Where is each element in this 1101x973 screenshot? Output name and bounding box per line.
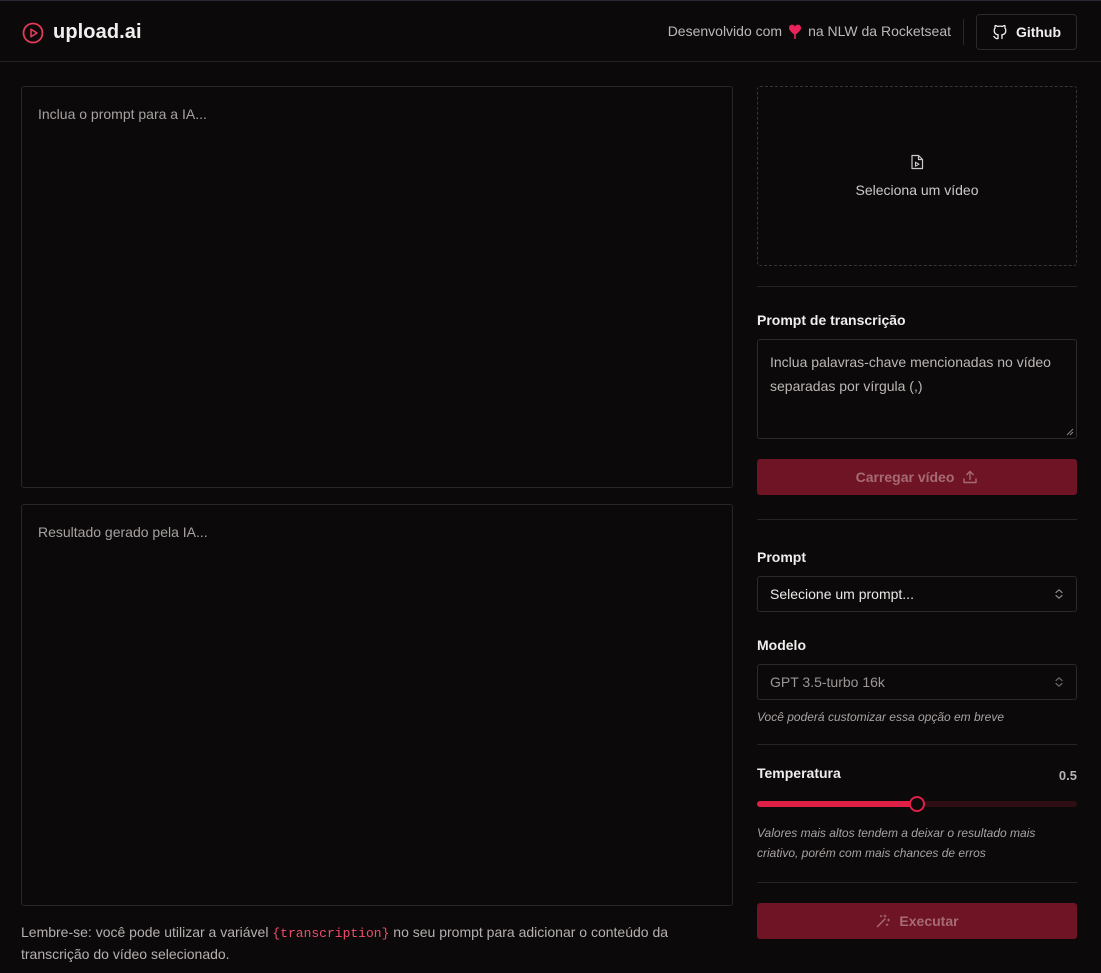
temperature-slider[interactable] [757, 796, 1077, 812]
credit-prefix: Desenvolvido com [667, 23, 783, 39]
model-select-value: GPT 3.5-turbo 16k [770, 674, 885, 690]
divider [757, 882, 1077, 883]
credit-suffix: na NLW da Rocketseat [808, 23, 951, 39]
logo: upload.ai [22, 21, 142, 44]
prompt-label: Prompt [757, 549, 806, 565]
header-divider [963, 19, 964, 45]
model-note: Você poderá customizar essa opção em bre… [757, 710, 1005, 724]
result-textarea[interactable]: Resultado gerado pela IA... [21, 504, 733, 906]
execute-button[interactable]: Executar [757, 903, 1077, 939]
upload-icon [963, 470, 978, 484]
file-video-icon [911, 154, 924, 170]
github-label: Github [1015, 24, 1062, 40]
temperature-label: Temperatura [757, 765, 841, 781]
result-placeholder: Resultado gerado pela IA... [38, 524, 208, 540]
upload-button-label: Carregar vídeo [855, 469, 955, 485]
resize-handle-icon[interactable] [1066, 428, 1074, 436]
hint-before: Lembre-se: você pode utilizar a variável [21, 924, 269, 940]
slider-range [757, 801, 917, 807]
prompt-select[interactable]: Selecione um prompt... [757, 576, 1077, 612]
transcription-prompt-input[interactable]: Inclua palavras-chave mencionadas no víd… [757, 339, 1077, 439]
github-button[interactable]: Github [976, 14, 1077, 50]
transcription-label: Prompt de transcrição [757, 312, 906, 328]
divider [757, 286, 1077, 287]
app-header: upload.ai Desenvolvido com na NLW da Roc… [0, 0, 1101, 62]
temperature-value: 0.5 [1058, 768, 1077, 783]
video-dropzone[interactable]: Seleciona um vídeo [757, 86, 1077, 266]
transcription-variable: {transcription} [272, 926, 390, 941]
play-circle-icon [22, 22, 44, 43]
transcription-placeholder: Inclua palavras-chave mencionadas no víd… [770, 354, 1051, 394]
execute-button-label: Executar [899, 913, 959, 929]
slider-thumb[interactable] [909, 796, 925, 812]
divider [757, 519, 1077, 520]
heart-icon [789, 24, 802, 39]
prompt-placeholder: Inclua o prompt para a IA... [38, 106, 207, 122]
credit-text: Desenvolvido com na NLW da Rocketseat [668, 23, 951, 39]
prompt-select-value: Selecione um prompt... [770, 586, 914, 602]
variable-hint: Lembre-se: você pode utilizar a variável… [21, 922, 721, 965]
prompt-textarea[interactable]: Inclua o prompt para a IA... [21, 86, 733, 488]
magic-wand-icon [877, 914, 891, 928]
divider [757, 744, 1077, 745]
app-name: upload.ai [53, 21, 142, 43]
temperature-note: Valores mais altos tendem a deixar o res… [757, 826, 1036, 860]
chevron-up-down-icon [1055, 589, 1063, 599]
upload-video-button[interactable]: Carregar vídeo [757, 459, 1077, 495]
video-select-label: Seleciona um vídeo [855, 182, 979, 198]
model-select: GPT 3.5-turbo 16k [757, 664, 1077, 700]
chevron-up-down-icon [1055, 677, 1063, 687]
model-label: Modelo [757, 637, 806, 653]
github-icon [993, 24, 1007, 40]
